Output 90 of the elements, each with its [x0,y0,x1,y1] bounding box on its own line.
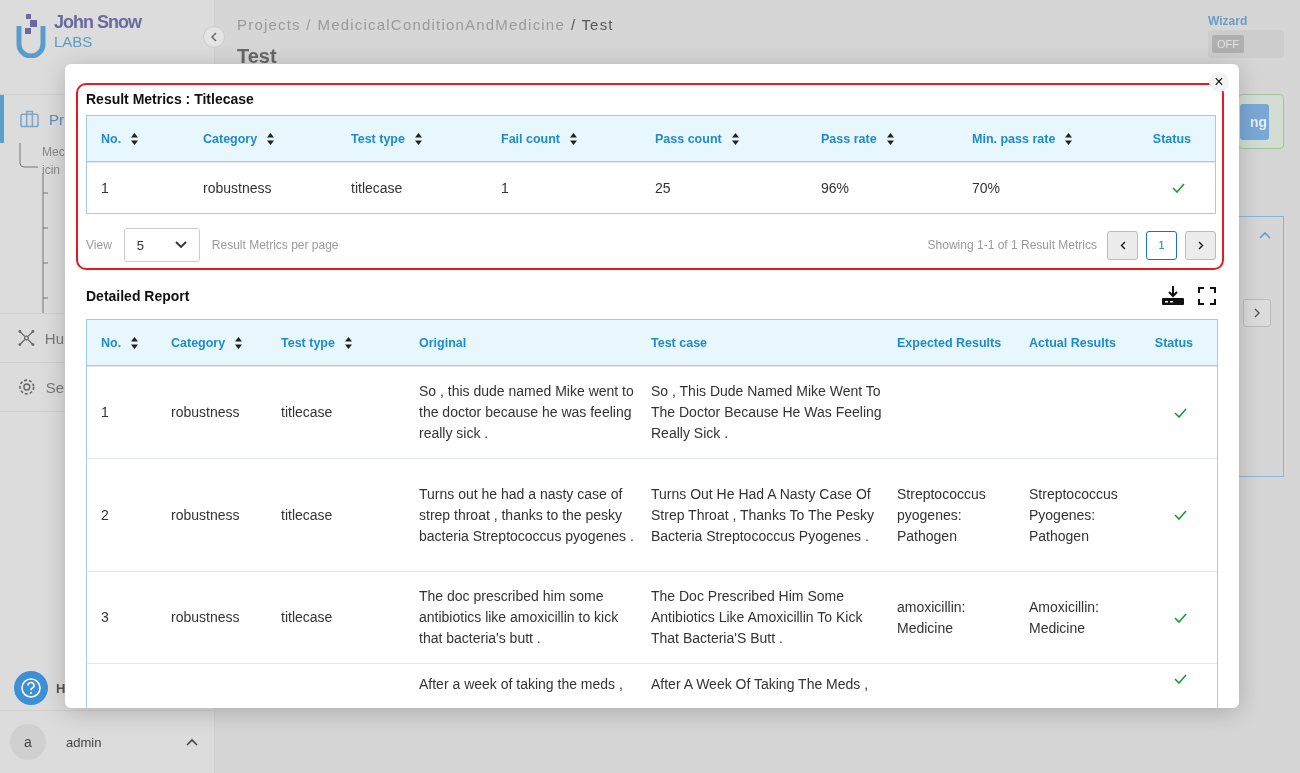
chevron-right-icon [1197,240,1204,250]
page-title: Test [237,45,278,68]
per-page-label: Result Metrics per page [211,238,339,252]
settings-icon [18,378,36,396]
briefcase-icon [20,110,39,128]
chevron-left-icon [1119,240,1126,250]
column-header[interactable]: Test type [351,131,405,146]
sort-icon[interactable] [267,132,275,145]
table-cell: Streptococcus Pyogenes: Pathogen [1029,485,1118,544]
table-cell: So , This Dude Named Mike Went To The Doctor Because He Was Feeling Really Sick . [651,383,882,441]
table-cell: So , this dude named Mike went to the doctor because he was feeling really sick . [419,383,634,441]
table-cell: After a week of taking the meds , [419,676,623,692]
table-cell: robustness [171,609,240,625]
section-title: Detailed Report [86,288,190,304]
view-label: View [86,238,112,252]
chevron-right-icon [1254,308,1260,318]
table-cell: titlecase [281,609,333,625]
table-cell: Amoxicillin: Medicine [1029,598,1099,636]
table-cell: 70% [972,179,1001,196]
column-header[interactable]: Fail count [501,131,561,146]
table-cell: 96% [821,179,850,196]
logo-subtitle: LABS [54,33,94,50]
sort-icon[interactable] [886,132,894,145]
table-cell: 2 [101,506,109,523]
table-cell: titlecase [281,404,333,420]
showing-label: Showing 1-1 of 1 Result Metrics [927,238,1097,252]
close-button[interactable]: × [1209,72,1229,92]
user-avatar: a [10,724,46,760]
table-cell: robustness [203,179,272,196]
sort-icon[interactable] [235,336,243,349]
table-cell: 1 [501,179,509,196]
sort-icon[interactable] [344,336,352,349]
column-header: Status [1154,335,1193,350]
sort-icon[interactable] [1065,132,1073,145]
fullscreen-icon[interactable] [1198,287,1216,305]
column-header[interactable]: No. [101,131,122,146]
column-header[interactable]: Category [171,335,226,350]
sort-icon[interactable] [731,132,739,145]
column-header[interactable]: Min. pass rate [972,131,1056,146]
tree-item[interactable]: Mec icin [42,143,65,179]
table-cell: robustness [171,506,240,523]
page-size-select[interactable]: 5 [123,228,200,262]
column-header: Test case [651,335,708,350]
table-cell: robustness [171,404,240,420]
breadcrumb-link[interactable]: MedicicalConditionAndMedicine [317,16,565,33]
column-header: Actual Results [1029,335,1116,350]
table-cell: Turns out he had a nasty case of strep throat , thanks to the pesky bacteria Streptococcus pyogenes . [419,485,634,544]
table-cell: Streptococcus pyogenes: Pathogen [897,485,986,544]
table-cell: 1 [101,404,109,420]
page-button[interactable]: 1 [1146,230,1177,260]
chevron-up-icon[interactable] [186,738,198,746]
column-header: Expected Results [897,335,1002,350]
sort-icon[interactable] [414,132,422,145]
column-header[interactable]: Pass count [655,131,722,146]
user-name: admin [66,734,102,750]
table-cell: 1 [101,179,109,196]
sort-icon[interactable] [131,336,139,349]
breadcrumb-link[interactable]: / Test [570,16,614,33]
column-header[interactable]: Pass rate [821,131,877,146]
column-header[interactable]: Test type [281,335,335,350]
chevron-left-icon [211,32,217,42]
table-cell: Turns Out He Had A Nasty Case Of Strep Throat , Thanks To The Pesky Bacteria Streptococcus Pyogenes . [651,485,875,544]
network-icon [18,329,35,347]
sort-icon[interactable] [570,132,578,145]
sort-icon[interactable] [131,132,139,145]
table-cell: The doc prescribed him some antibiotics like amoxicillin to kick that bacteria's butt . [419,588,619,646]
logo-icon [16,12,46,58]
run-button[interactable]: ng [1239,103,1269,140]
sidebar-item[interactable]: Hu [0,314,64,362]
table-cell: titlecase [351,179,403,196]
table-cell: 25 [655,179,671,196]
table-cell: The Doc Prescribed Him Some Antibiotics Like Amoxicillin To Kick That Bacteria'S Butt . [651,588,863,646]
column-header[interactable]: Category [203,131,258,146]
breadcrumb-link[interactable]: Projects / [237,16,312,33]
table-cell: amoxicillin: Medicine [897,598,966,636]
column-header: Original [419,335,467,350]
help-label: H [56,680,66,696]
chevron-down-icon [174,241,187,249]
help-button[interactable] [14,671,48,705]
logo-name: John Snow [54,12,141,33]
help-icon [20,677,42,699]
section-title: Result Metrics : Titlecase [86,91,255,107]
download-icon[interactable] [1162,286,1184,306]
table-cell: titlecase [281,506,333,523]
column-header[interactable]: No. [101,335,122,350]
table-cell: After A Week Of Taking The Meds , [651,676,869,692]
wizard-label: Wizard [1208,14,1249,28]
table-cell: 3 [101,609,109,625]
sidebar-item[interactable]: Se [0,363,64,411]
column-header: Status [1152,131,1191,146]
